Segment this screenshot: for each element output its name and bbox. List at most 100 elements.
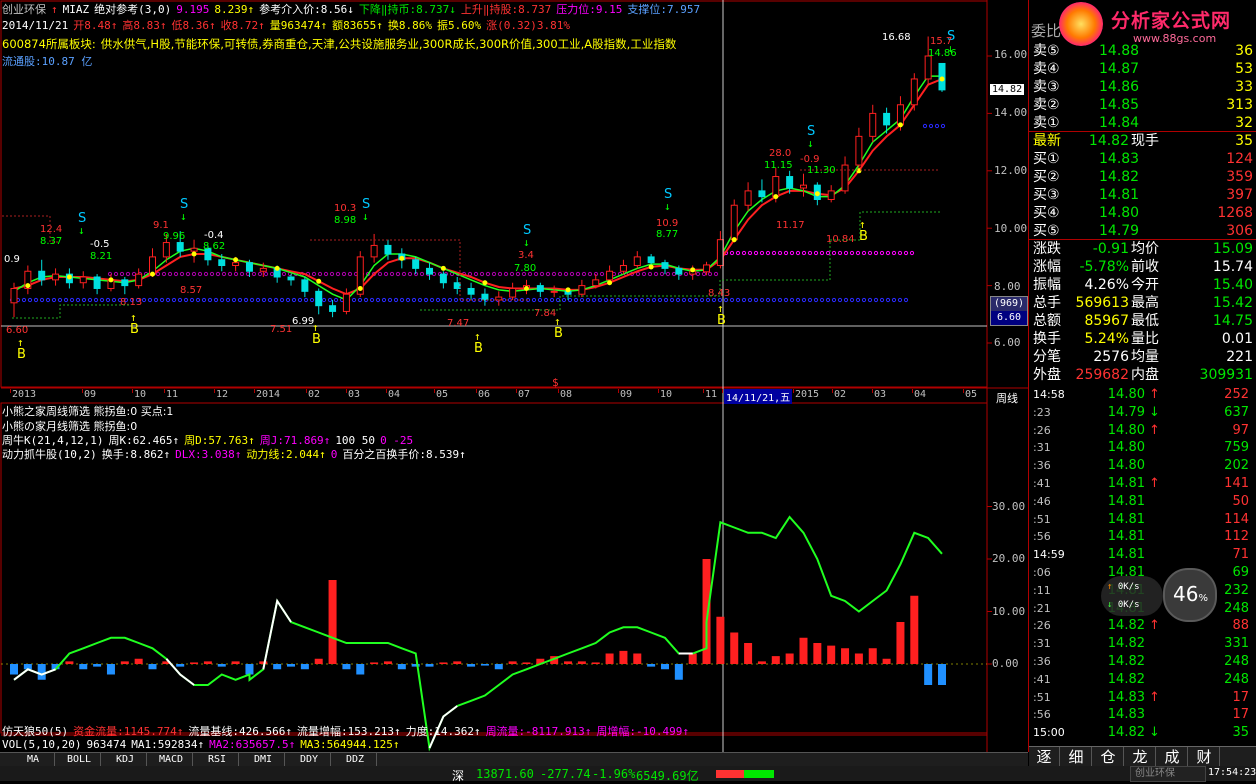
support-dot [657, 297, 663, 303]
stat-row[interactable]: 涨幅 -5.78% 前收 15.74 [1031, 258, 1255, 276]
signal-dot [814, 191, 820, 197]
flow-bar [120, 661, 129, 664]
stat-row[interactable]: 分笔 2576 均量 221 [1031, 348, 1255, 366]
tick-price: 14.83 [1107, 707, 1145, 723]
time-axis-label: 05 [436, 389, 449, 400]
tick-row[interactable]: :36 14.82 248 [1029, 653, 1255, 671]
value-label: 15.7 [930, 36, 952, 47]
tick-row[interactable]: 14:58 14.80 ↑ 252 [1029, 386, 1255, 404]
right-tab[interactable]: 逐 [1029, 747, 1060, 767]
dollar-marker: $ [552, 376, 559, 389]
candle-body [190, 247, 198, 252]
stock-search-box[interactable]: 创业环保 [1130, 766, 1206, 782]
support-dot [603, 297, 609, 303]
tick-row[interactable]: :26 14.80 ↑ 97 [1029, 422, 1255, 440]
bid-row[interactable]: 买⑤ 14.79 306 [1031, 222, 1255, 240]
outer-inner-row[interactable]: 外盘 259682 内盘 309931 [1031, 366, 1255, 384]
support-dot [387, 297, 393, 303]
support-dot [81, 297, 87, 303]
index-change: -277.74 [540, 767, 591, 781]
tab-kdj[interactable]: KDJ [104, 753, 147, 767]
candle-body [287, 276, 295, 281]
support-dot [51, 297, 57, 303]
tick-row[interactable]: :31 14.82 331 [1029, 635, 1255, 653]
buy-marker: B [717, 313, 726, 328]
stat-row[interactable]: 换手 5.24% 量比 0.01 [1031, 330, 1255, 348]
index-name[interactable]: 深 [452, 767, 464, 784]
tick-row[interactable]: :46 14.81 50 [1029, 493, 1255, 511]
support-dot [329, 271, 335, 277]
tick-row[interactable]: :56 14.81 112 [1029, 528, 1255, 546]
value-label: 3.4 [518, 250, 534, 261]
stat-row[interactable]: 振幅 4.26% 今开 15.40 [1031, 276, 1255, 294]
up-arrow-icon: ↑ [1149, 618, 1160, 634]
ask-row[interactable]: 卖② 14.85 313 [1031, 96, 1255, 114]
join-price: 参考介入价:8.56↓ [259, 3, 354, 16]
tab-dmi[interactable]: DMI [242, 753, 285, 767]
ask-row[interactable]: 卖① 14.84 32 [1031, 114, 1255, 132]
support-dot [263, 271, 269, 277]
signal-dot [690, 267, 696, 273]
tab-rsi[interactable]: RSI [196, 753, 239, 767]
right-tab[interactable]: 龙 [1125, 747, 1156, 767]
tick-row[interactable]: :26 14.82 ↑ 88 [1029, 617, 1255, 635]
tick-row[interactable]: :51 14.83 ↑ 17 [1029, 689, 1255, 707]
tick-volume: 114 [1224, 511, 1249, 527]
tab-ddy[interactable]: DDY [288, 753, 331, 767]
support-dot [435, 297, 441, 303]
tick-row[interactable]: :41 14.81 ↑ 141 [1029, 475, 1255, 493]
value-label: 8.57 [180, 285, 202, 296]
bid-row[interactable]: 买③ 14.81 397 [1031, 186, 1255, 204]
tab-macd[interactable]: MACD [150, 753, 193, 767]
right-tab[interactable]: 成 [1157, 747, 1188, 767]
tick-row[interactable]: :23 14.79 ↓ 637 [1029, 404, 1255, 422]
signal-dot [25, 283, 31, 289]
tab-ma[interactable]: MA [12, 753, 55, 767]
ask-row[interactable]: 卖③ 14.86 33 [1031, 78, 1255, 96]
bid-row[interactable]: 买① 14.83 124 [1031, 150, 1255, 168]
stat-row[interactable]: 总额 85967 最低 14.75 [1031, 312, 1255, 330]
support-dot [563, 271, 569, 277]
support-dot [545, 271, 551, 277]
memory-gauge[interactable]: 46% [1163, 568, 1217, 622]
stat-row[interactable]: 涨跌 -0.91 均价 15.09 [1031, 240, 1255, 258]
last-row[interactable]: 最新 14.82 现手 35 [1031, 132, 1255, 150]
bid-row[interactable]: 买② 14.82 359 [1031, 168, 1255, 186]
stat-row-value2: 14.75 [1212, 313, 1253, 329]
tick-row[interactable]: 15:00 14.82 ↓ 35 [1029, 724, 1255, 742]
tick-row[interactable]: :41 14.82 248 [1029, 671, 1255, 689]
signal-dot [191, 251, 197, 257]
ask-row[interactable]: 卖④ 14.87 53 [1031, 60, 1255, 78]
value-label: 8.37 [40, 236, 62, 247]
right-tab[interactable]: 仓 [1093, 747, 1124, 767]
tab-ddz[interactable]: DDZ [334, 753, 377, 767]
ask-row-volume: 53 [1235, 61, 1253, 77]
rise-ratio-bar [716, 770, 744, 778]
bid-row[interactable]: 买④ 14.80 1268 [1031, 204, 1255, 222]
flow-bar [300, 664, 309, 670]
flow-bar [674, 664, 683, 680]
tab-boll[interactable]: BOLL [58, 753, 101, 767]
value-label: 10.3 [334, 203, 356, 214]
tick-row[interactable]: :56 14.83 17 [1029, 706, 1255, 724]
right-tab[interactable]: 细 [1061, 747, 1092, 767]
signal-dot [316, 278, 322, 284]
right-tab[interactable]: 财 [1189, 747, 1220, 767]
stat-row[interactable]: 总手 569613 最高 15.42 [1031, 294, 1255, 312]
tick-row[interactable]: 14:59 14.81 71 [1029, 546, 1255, 564]
chart-canvas[interactable]: S↓S↓S↓S↓S↓S↓S↓↑B↑B ↑B ↑B↑B↑B↑B0.912.48.37-… [0, 0, 1028, 752]
stock-name[interactable]: 创业环保 [2, 3, 46, 16]
support-dot [441, 297, 447, 303]
sector-list[interactable]: 供水供气,H股,节能环保,可转债,券商重仓,天津,公共设施服务业,300R成长,… [101, 37, 677, 51]
tick-row[interactable]: :36 14.80 202 [1029, 457, 1255, 475]
price-axis-tick: 16.00 [994, 48, 1028, 61]
period-label[interactable]: 周线 [996, 390, 1018, 406]
tick-row[interactable]: :51 14.81 114 [1029, 511, 1255, 529]
up-arrow-icon: ↑ [51, 3, 58, 16]
flow-bar [896, 622, 905, 664]
tick-row[interactable]: :31 14.80 759 [1029, 439, 1255, 457]
kline-chart-area[interactable]: S ↓ S ↓ S ↓ S ↓ S ↓ S ↓ S ↓ ↑ B ↑ B ↑ B ↑ B ↑ B ↑ B ↑ B 0.9 12.4 8.37-… [0, 0, 1028, 752]
candle-body [619, 265, 627, 272]
ask-row[interactable]: 卖⑤ 14.88 36 [1031, 42, 1255, 60]
time-axis-label: 04 [914, 389, 927, 400]
